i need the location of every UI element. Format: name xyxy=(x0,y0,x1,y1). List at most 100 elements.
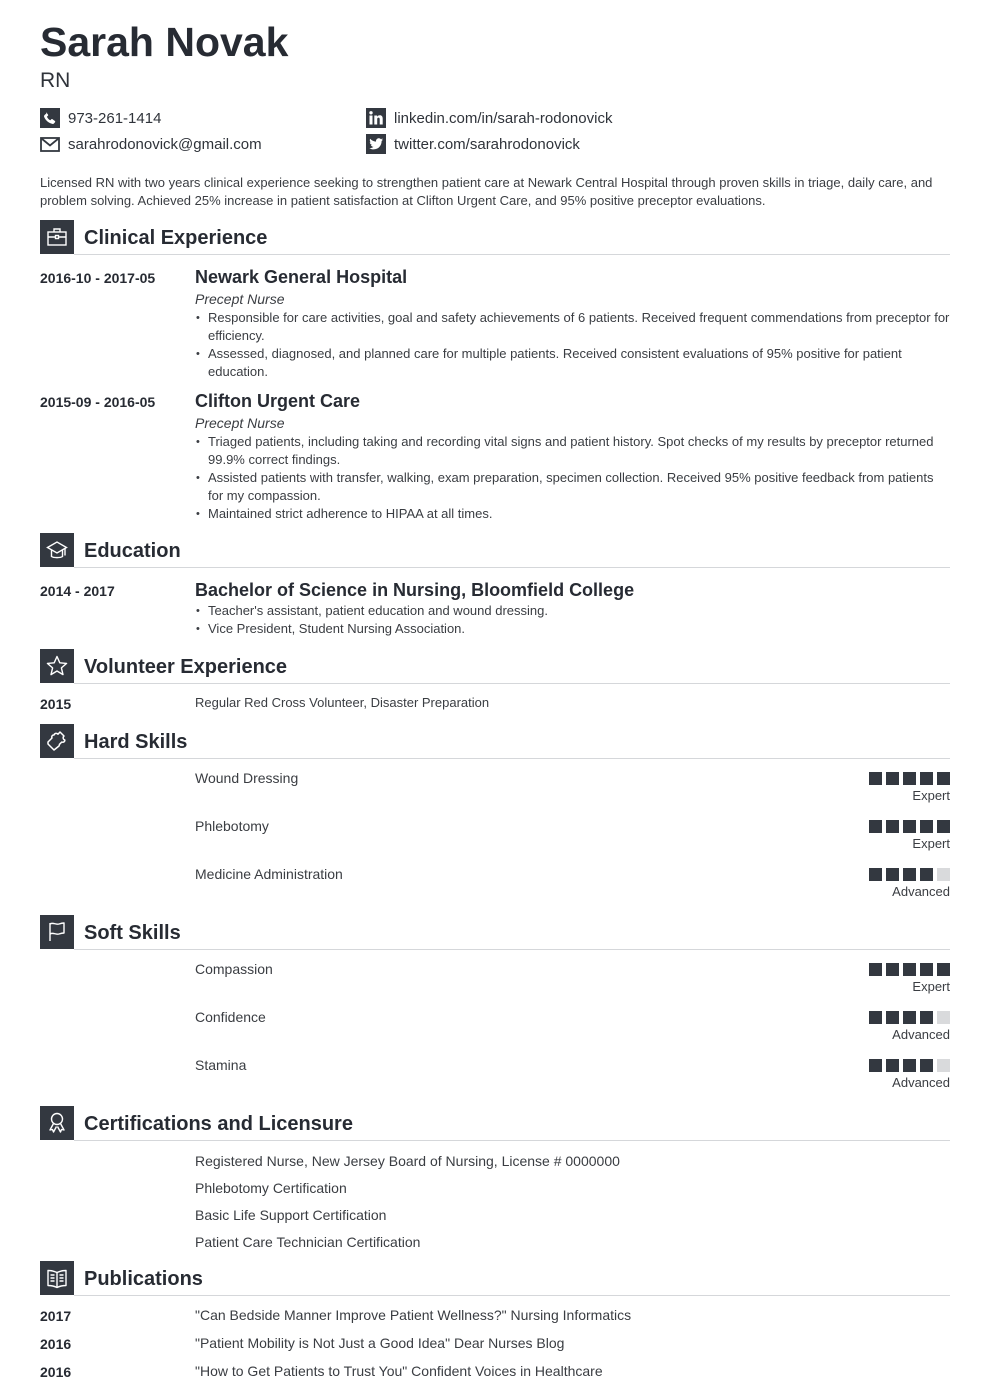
section-volunteer-experience: Volunteer Experience xyxy=(40,649,950,684)
rating-dots xyxy=(869,1059,950,1072)
education-degree: Bachelor of Science in Nursing, Bloomfie… xyxy=(195,580,635,600)
rating-dot-filled xyxy=(920,820,933,833)
rating-dot-filled xyxy=(937,772,950,785)
bullet-item: Responsible for care activities, goal an… xyxy=(195,309,950,345)
contact-phone: 973-261-1414 xyxy=(40,108,161,128)
rating-dots xyxy=(869,963,950,976)
rating-dot-filled xyxy=(920,868,933,881)
rating-dot-empty xyxy=(937,1059,950,1072)
certification-item: Patient Care Technician Certification xyxy=(195,1234,421,1250)
skill-level: Advanced xyxy=(892,1075,950,1090)
rating-dot-filled xyxy=(937,820,950,833)
linkedin-link[interactable]: linkedin.com/in/sarah-rodonovick xyxy=(394,110,612,127)
skill-name: Stamina xyxy=(195,1057,247,1073)
rating-dot-filled xyxy=(886,1011,899,1024)
skill-name: Confidence xyxy=(195,1009,266,1025)
publication-year: 2017 xyxy=(40,1308,72,1324)
candidate-name: Sarah Novak xyxy=(40,19,289,65)
skill-name: Phlebotomy xyxy=(195,818,269,834)
rating-dot-filled xyxy=(920,1059,933,1072)
rating-dot-filled xyxy=(903,1059,916,1072)
job-organization: Clifton Urgent Care xyxy=(195,391,361,411)
publication-title: "How to Get Patients to Trust You" Confi… xyxy=(195,1363,603,1379)
award-ribbon-icon xyxy=(40,1106,74,1140)
publication-year: 2016 xyxy=(40,1364,72,1380)
rating-dot-filled xyxy=(886,963,899,976)
certification-item: Basic Life Support Certification xyxy=(195,1207,387,1223)
section-education: Education xyxy=(40,533,950,568)
skill-name: Wound Dressing xyxy=(195,770,299,786)
section-title: Education xyxy=(84,540,181,562)
section-hard-skills: Hard Skills xyxy=(40,724,950,759)
summary-text: Licensed RN with two years clinical expe… xyxy=(40,175,933,208)
job-dates: 2015-09 - 2016-05 xyxy=(40,394,156,410)
rating-dot-filled xyxy=(869,772,882,785)
rating-dot-filled xyxy=(903,963,916,976)
section-title: Publications xyxy=(84,1268,203,1290)
rating-dot-filled xyxy=(903,868,916,881)
skill-name: Compassion xyxy=(195,961,273,977)
section-title: Soft Skills xyxy=(84,922,181,944)
rating-dot-filled xyxy=(886,1059,899,1072)
rating-dots xyxy=(869,820,950,833)
linkedin-icon xyxy=(366,108,386,128)
publication-year: 2016 xyxy=(40,1336,72,1352)
rating-dot-filled xyxy=(869,1059,882,1072)
skill-level: Expert xyxy=(912,836,950,851)
contact-linkedin: linkedin.com/in/sarah-rodonovick xyxy=(366,108,612,128)
job-organization: Newark General Hospital xyxy=(195,267,408,287)
education-bullets: Teacher's assistant, patient education a… xyxy=(195,602,950,638)
envelope-icon xyxy=(40,134,60,154)
section-title: Certifications and Licensure xyxy=(84,1113,353,1135)
graduation-cap-icon xyxy=(40,533,74,567)
section-title: Hard Skills xyxy=(84,731,188,753)
rating-dot-filled xyxy=(869,1011,882,1024)
job-bullets: Triaged patients, including taking and r… xyxy=(195,433,950,523)
skill-name: Medicine Administration xyxy=(195,866,343,882)
phone-icon xyxy=(40,108,60,128)
skill-rating: Expert xyxy=(850,820,950,856)
rating-dot-filled xyxy=(886,820,899,833)
skill-rating: Advanced xyxy=(850,1011,950,1047)
publication-title: "Can Bedside Manner Improve Patient Well… xyxy=(195,1307,632,1323)
bullet-item: Teacher's assistant, patient education a… xyxy=(195,602,950,620)
rating-dots xyxy=(869,772,950,785)
rating-dot-filled xyxy=(886,772,899,785)
skill-rating: Expert xyxy=(850,772,950,808)
contact-twitter: twitter.com/sarahrodonovick xyxy=(366,134,580,154)
skill-rating: Advanced xyxy=(850,868,950,904)
rating-dot-filled xyxy=(920,1011,933,1024)
star-icon xyxy=(40,649,74,683)
job-bullets: Responsible for care activities, goal an… xyxy=(195,309,950,381)
job-dates: 2016-10 - 2017-05 xyxy=(40,270,156,286)
twitter-link[interactable]: twitter.com/sarahrodonovick xyxy=(394,136,580,153)
section-clinical-experience: Clinical Experience xyxy=(40,220,950,255)
section-divider xyxy=(74,758,950,759)
rating-dot-filled xyxy=(920,772,933,785)
bullet-item: Vice President, Student Nursing Associat… xyxy=(195,620,950,638)
rating-dot-filled xyxy=(886,868,899,881)
rating-dot-filled xyxy=(869,963,882,976)
bullet-item: Assisted patients with transfer, walking… xyxy=(195,469,950,505)
bullet-item: Assessed, diagnosed, and planned care fo… xyxy=(195,345,950,381)
education-dates: 2014 - 2017 xyxy=(40,583,115,599)
candidate-title: RN xyxy=(40,69,71,92)
skill-level: Advanced xyxy=(892,884,950,899)
email-link[interactable]: sarahrodonovick@gmail.com xyxy=(68,136,262,153)
rating-dot-filled xyxy=(903,772,916,785)
briefcase-icon xyxy=(40,220,74,254)
phone-text[interactable]: 973-261-1414 xyxy=(68,110,161,127)
job-role: Precept Nurse xyxy=(195,291,285,307)
contact-email: sarahrodonovick@gmail.com xyxy=(40,134,262,154)
skill-rating: Advanced xyxy=(850,1059,950,1095)
section-divider xyxy=(74,1140,950,1141)
skill-rating: Expert xyxy=(850,963,950,999)
section-divider xyxy=(74,254,950,255)
publication-title: "Patient Mobility is Not Just a Good Ide… xyxy=(195,1335,565,1351)
rating-dots xyxy=(869,1011,950,1024)
rating-dot-filled xyxy=(903,1011,916,1024)
skill-level: Expert xyxy=(912,788,950,803)
section-soft-skills: Soft Skills xyxy=(40,915,950,950)
rating-dot-filled xyxy=(869,868,882,881)
certification-item: Phlebotomy Certification xyxy=(195,1180,347,1196)
